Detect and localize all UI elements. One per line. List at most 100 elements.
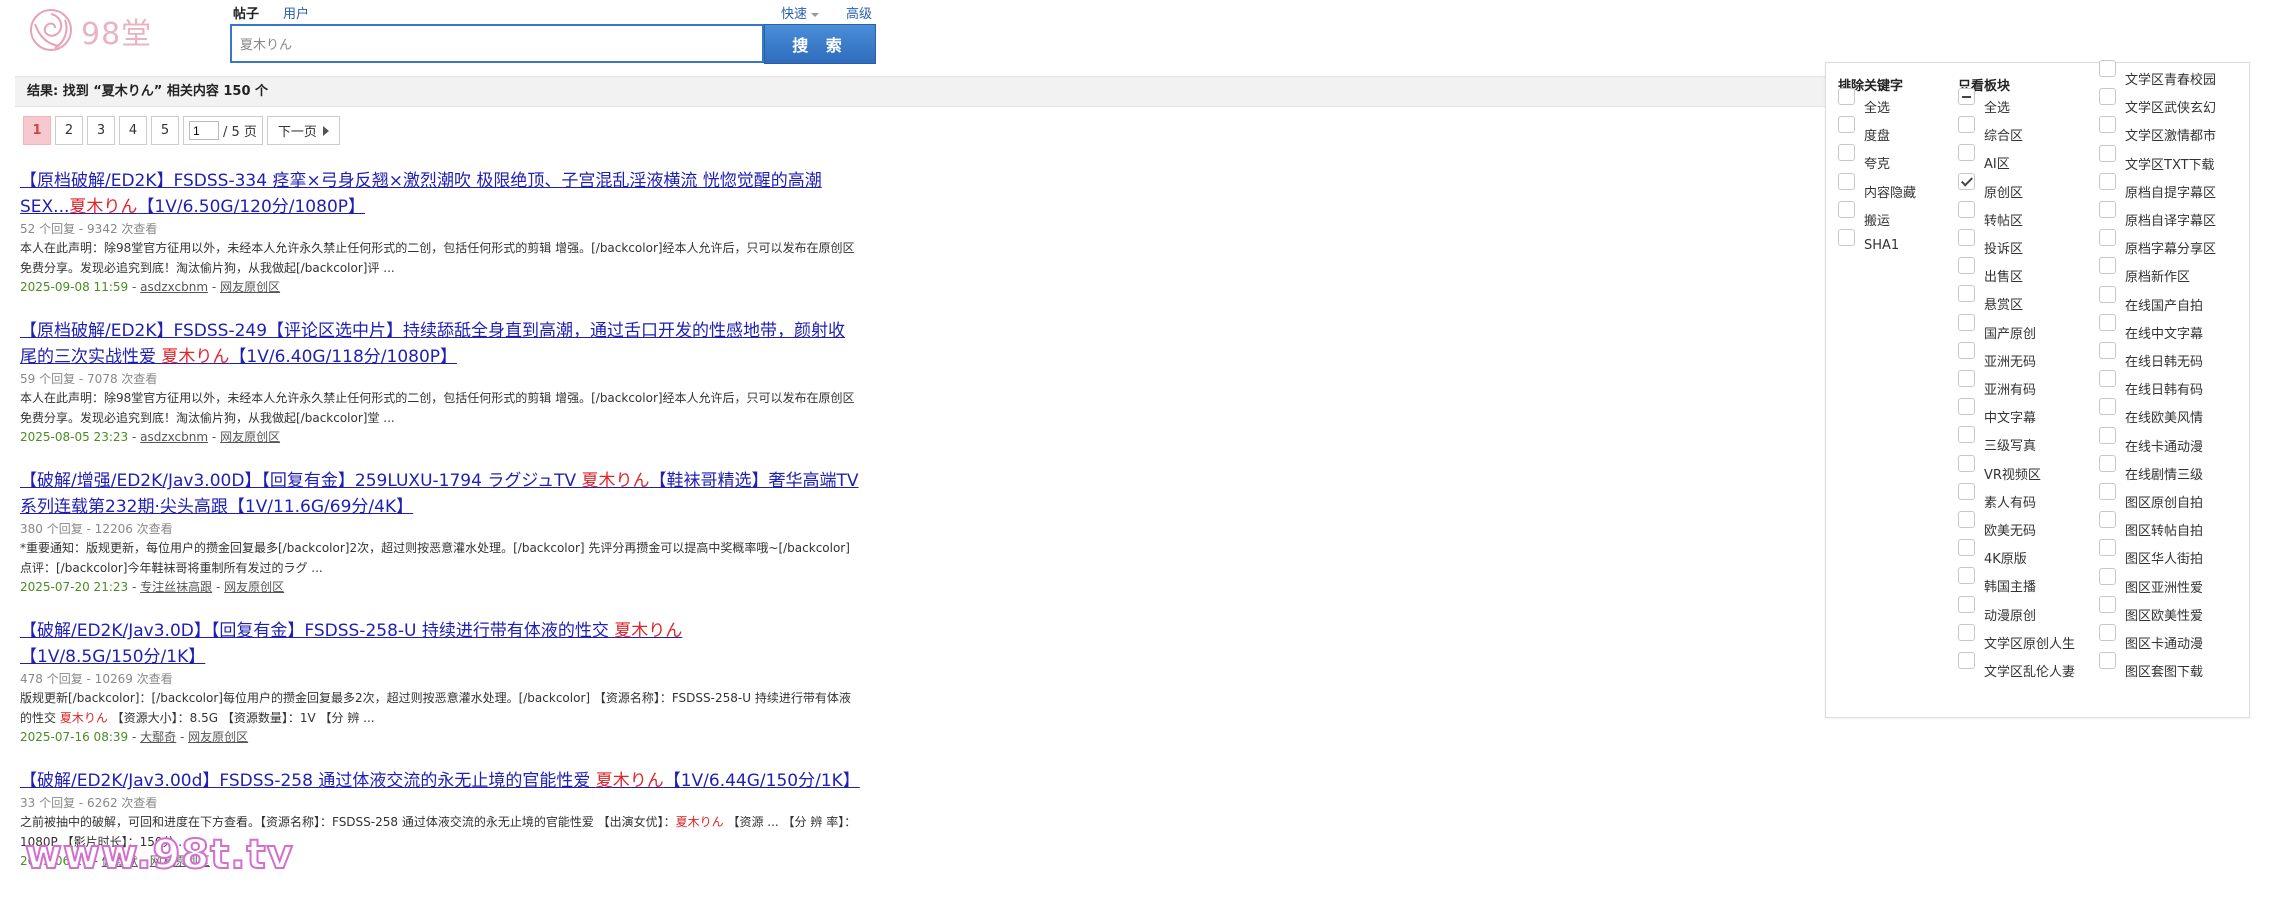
checkbox[interactable] [1838, 116, 1855, 134]
checkbox[interactable] [2099, 426, 2116, 444]
forum-option[interactable]: 在线日韩无码 [2099, 342, 2203, 370]
forum-option[interactable]: 综合区 [1958, 116, 2023, 144]
forum-option[interactable]: 亚洲无码 [1958, 341, 2036, 370]
tab-posts[interactable]: 帖子 [233, 3, 259, 22]
forum-option[interactable]: 原档自提字幕区 [2099, 172, 2216, 201]
forum-option[interactable]: 文学区青春校园 [2099, 60, 2216, 88]
result-author-link[interactable]: asdzxcbnm [140, 280, 208, 294]
forum-option[interactable]: VR视频区 [1958, 454, 2041, 483]
page-1[interactable]: 1 [23, 116, 51, 145]
checkbox[interactable] [2099, 595, 2116, 613]
forum-option[interactable]: 投诉区 [1958, 229, 2023, 257]
checkbox[interactable] [2099, 144, 2116, 162]
next-page-button[interactable]: 下一页 [266, 116, 340, 145]
forum-option[interactable]: 中文字幕 [1958, 398, 2036, 426]
page-jump-input[interactable] [189, 121, 219, 140]
result-forum-link[interactable]: 网友原创区 [188, 730, 248, 744]
checkbox[interactable] [1838, 229, 1855, 246]
checkbox[interactable] [2099, 342, 2116, 359]
forum-option[interactable]: 图区卡通动漫 [2099, 624, 2203, 652]
checkbox[interactable] [1958, 172, 1975, 190]
checkbox[interactable] [2099, 257, 2116, 275]
checkbox[interactable] [1958, 341, 1975, 359]
exclude-option[interactable]: 搬运 [1838, 200, 1890, 229]
forum-option[interactable]: 图区华人街拍 [2099, 539, 2203, 567]
result-forum-link[interactable]: 网友原创区 [220, 430, 280, 444]
checkbox[interactable] [2099, 539, 2116, 557]
checkbox[interactable] [2099, 313, 2116, 331]
forum-option[interactable]: 亚洲有码 [1958, 370, 2036, 398]
forum-option[interactable]: 韩国主播 [1958, 567, 2036, 595]
forum-option[interactable]: 图区套图下载 [2099, 652, 2203, 680]
search-button[interactable]: 搜 索 [764, 24, 876, 64]
forum-option[interactable]: 悬赏区 [1958, 285, 2023, 313]
forum-option[interactable]: 图区原创自拍 [2099, 483, 2203, 511]
checkbox[interactable] [2099, 567, 2116, 585]
forum-option[interactable]: 原档自译字幕区 [2099, 201, 2216, 229]
search-input[interactable] [232, 26, 762, 61]
checkbox[interactable] [2099, 201, 2116, 218]
page-4[interactable]: 4 [119, 116, 147, 145]
result-title-link[interactable]: 【破解/增强/ED2K/Jav3.00D】【回复有金】259LUXU-1794 … [20, 468, 860, 520]
forum-option[interactable]: 图区亚洲性爱 [2099, 567, 2203, 596]
result-title-link[interactable]: 【破解/ED2K/Jav3.0D】【回复有金】FSDSS-258-U 持续进行带… [20, 618, 860, 670]
result-author-link[interactable]: 大鄢奇 [140, 730, 176, 744]
checkbox[interactable] [1958, 595, 1975, 613]
forum-option[interactable]: 全选 [1958, 88, 2010, 116]
forum-option[interactable]: 在线欧美风情 [2099, 398, 2203, 426]
forum-option[interactable]: 在线中文字幕 [2099, 313, 2203, 342]
checkbox[interactable] [2099, 88, 2116, 106]
exclude-option[interactable]: 夸克 [1838, 144, 1890, 172]
quick-dropdown[interactable]: 快速 [781, 3, 820, 22]
result-author-link[interactable]: 专注丝袜高跟 [140, 580, 212, 594]
forum-option[interactable]: 国产原创 [1958, 313, 2036, 342]
result-title-link[interactable]: 【原档破解/ED2K】FSDSS-249【评论区选中片】持续舔舐全身直到高潮，通… [20, 318, 860, 370]
page-3[interactable]: 3 [87, 116, 115, 145]
checkbox[interactable] [2099, 454, 2116, 472]
forum-option[interactable]: 三级写真 [1958, 426, 2036, 454]
checkbox[interactable] [1958, 370, 1975, 387]
checkbox[interactable] [2099, 624, 2116, 641]
checkbox[interactable] [2099, 285, 2116, 303]
forum-option[interactable]: 素人有码 [1958, 482, 2036, 511]
page-5[interactable]: 5 [151, 116, 179, 145]
result-forum-link[interactable]: 网友原创区 [220, 280, 280, 294]
advanced-search-link[interactable]: 高级 [846, 3, 872, 22]
checkbox[interactable] [1958, 144, 1975, 162]
exclude-option[interactable]: 内容隐藏 [1838, 172, 1916, 201]
forum-option[interactable]: 在线日韩有码 [2099, 370, 2203, 398]
forum-option[interactable]: 原创区 [1958, 172, 2023, 201]
checkbox[interactable] [1958, 285, 1975, 303]
forum-option[interactable]: 文学区激情都市 [2099, 116, 2216, 144]
checkbox[interactable] [1958, 88, 1975, 105]
exclude-option[interactable]: 度盘 [1838, 116, 1890, 144]
forum-option[interactable]: 出售区 [1958, 257, 2023, 285]
page-2[interactable]: 2 [55, 116, 83, 145]
checkbox[interactable] [2099, 116, 2116, 134]
exclude-option[interactable]: 全选 [1838, 88, 1890, 116]
checkbox[interactable] [1958, 482, 1975, 500]
checkbox[interactable] [1958, 454, 1975, 472]
forum-option[interactable]: 原档字幕分享区 [2099, 229, 2216, 257]
forum-option[interactable]: 文学区TXT下载 [2099, 144, 2215, 173]
checkbox[interactable] [1958, 313, 1975, 331]
checkbox[interactable] [2099, 60, 2116, 77]
forum-option[interactable]: 在线卡通动漫 [2099, 426, 2203, 455]
forum-option[interactable]: 原档新作区 [2099, 257, 2190, 285]
forum-option[interactable]: 4K原版 [1958, 539, 2027, 567]
checkbox[interactable] [1838, 144, 1855, 162]
forum-option[interactable]: 图区欧美性爱 [2099, 595, 2203, 624]
result-author-link[interactable]: asdzxcbnm [140, 430, 208, 444]
result-title-link[interactable]: 【原档破解/ED2K】FSDSS-334 痉挛×弓身反翘×激烈潮吹 极限绝顶、子… [20, 168, 860, 220]
forum-option[interactable]: 文学区原创人生 [1958, 623, 2075, 652]
checkbox[interactable] [1958, 200, 1975, 218]
checkbox[interactable] [1958, 567, 1975, 585]
forum-option[interactable]: 文学区武侠玄幻 [2099, 88, 2216, 116]
tab-users[interactable]: 用户 [283, 3, 309, 22]
forum-option[interactable]: 在线国产自拍 [2099, 285, 2203, 314]
checkbox[interactable] [1958, 229, 1975, 246]
checkbox[interactable] [1958, 257, 1975, 275]
site-logo[interactable]: 98堂 [25, 6, 165, 56]
checkbox[interactable] [2099, 398, 2116, 416]
checkbox[interactable] [1838, 200, 1855, 218]
